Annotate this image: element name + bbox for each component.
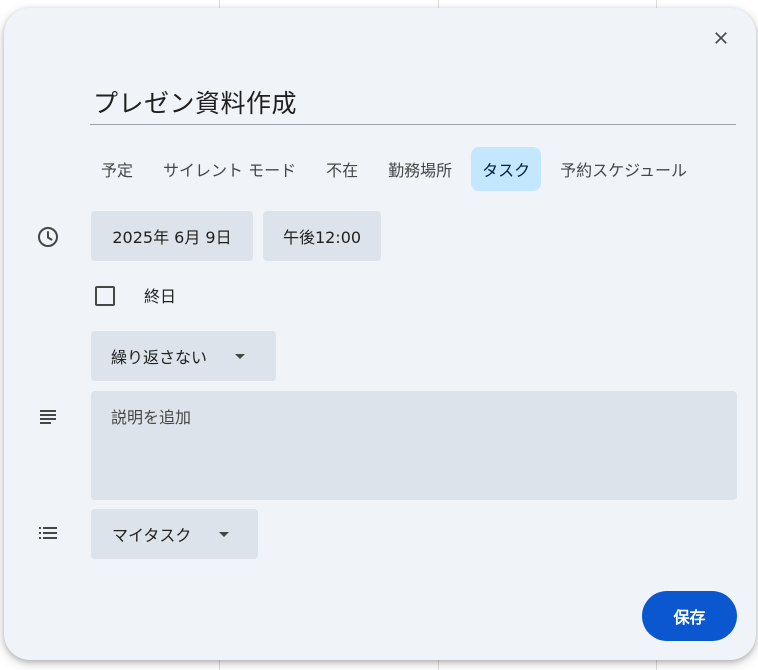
task-list-dropdown[interactable]: マイタスク [91,509,258,559]
tab-label: 勤務場所 [388,161,453,180]
tab-label: サイレント モード [163,161,297,180]
title-input[interactable]: プレゼン資料作成 [90,80,736,125]
task-dialog: プレゼン資料作成 予定 サイレント モード 不在 勤務場所 タスク 予約スケジュ… [4,8,756,660]
chevron-down-icon [219,531,230,537]
tab-label: 予約スケジュール [560,161,688,180]
tab-out-of-office[interactable]: 不在 [315,147,369,191]
repeat-dropdown[interactable]: 繰り返さない [91,331,276,381]
tab-label: タスク [482,161,531,180]
all-day-label: 終日 [144,287,177,306]
repeat-value: 繰り返さない [111,348,208,367]
chevron-down-icon [235,353,246,359]
save-label: 保存 [673,608,706,627]
save-button[interactable]: 保存 [642,591,737,641]
close-button[interactable] [706,23,736,53]
title-text: プレゼン資料作成 [93,89,298,118]
tab-label: 予定 [101,161,134,180]
description-placeholder: 説明を追加 [111,408,192,427]
close-icon [715,32,727,44]
all-day-checkbox[interactable] [95,286,115,306]
event-type-tabs: 予定 サイレント モード 不在 勤務場所 タスク 予約スケジュール [90,147,706,191]
description-input[interactable]: 説明を追加 [91,391,737,500]
clock-icon [35,224,61,250]
tab-working-location[interactable]: 勤務場所 [377,147,463,191]
time-picker-button[interactable]: 午後12:00 [263,211,381,261]
tab-event[interactable]: 予定 [90,147,144,191]
date-picker-button[interactable]: 2025年 6月 9日 [91,211,253,261]
task-list-value: マイタスク [112,526,192,545]
tab-task[interactable]: タスク [471,147,542,191]
tab-appointment-schedule[interactable]: 予約スケジュール [549,147,698,191]
notes-icon [35,404,61,430]
time-value: 午後12:00 [282,228,362,247]
tab-label: 不在 [326,161,359,180]
date-value: 2025年 6月 9日 [112,228,232,247]
list-icon [35,520,61,546]
tab-focus-time[interactable]: サイレント モード [152,147,307,191]
